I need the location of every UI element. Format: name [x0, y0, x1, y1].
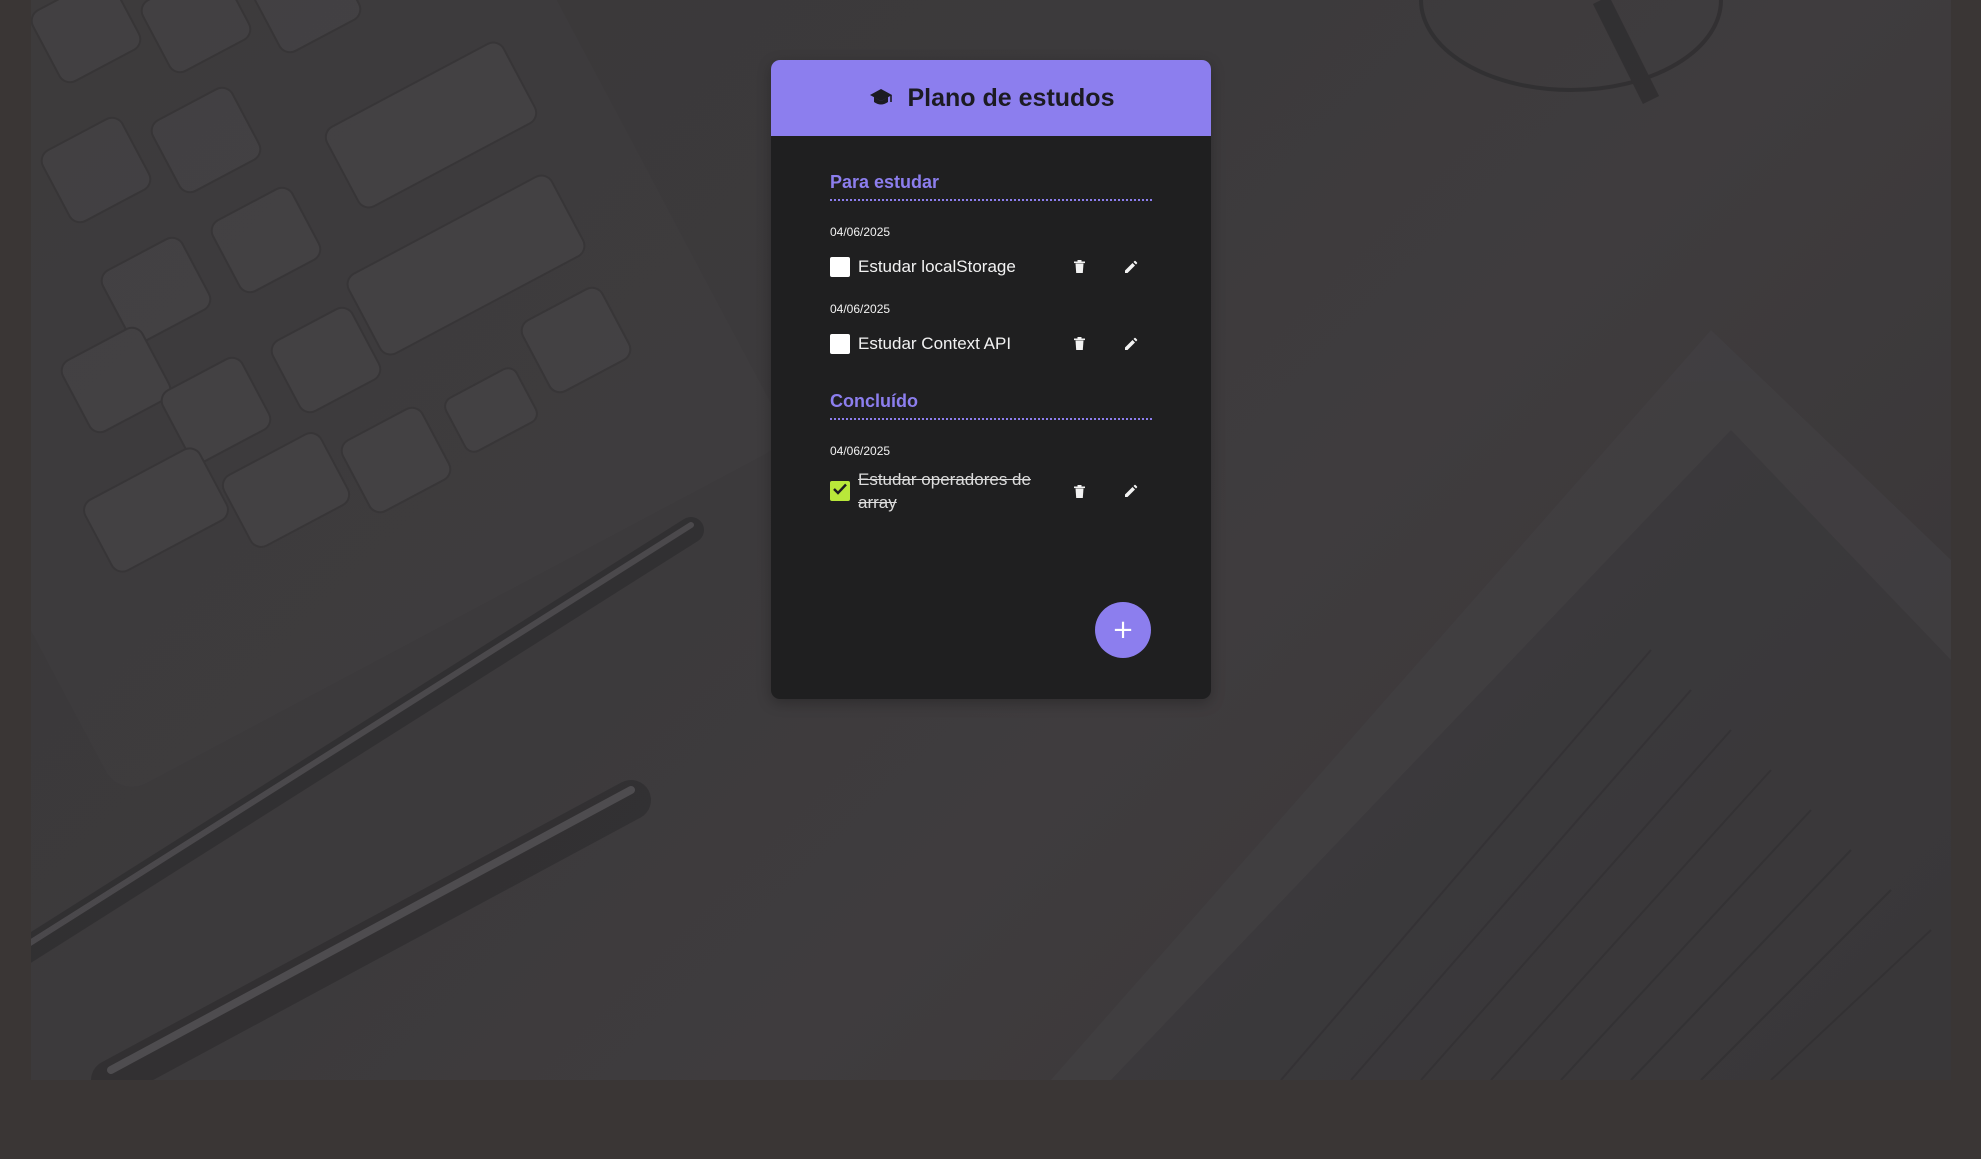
- task-item: 04/06/2025 Estudar Context API: [830, 302, 1152, 355]
- task-row: Estudar operadores de array: [830, 468, 1152, 514]
- section-title: Concluído: [830, 391, 1152, 420]
- task-date: 04/06/2025: [830, 444, 891, 458]
- task-item: 04/06/2025 Estudar operadores de array: [830, 444, 1152, 514]
- section-to-study: Para estudar 04/06/2025 Estudar localSto…: [830, 172, 1152, 355]
- task-row: Estudar Context API: [830, 332, 1152, 355]
- pencil-icon[interactable]: [1121, 481, 1141, 501]
- task-row: Estudar localStorage: [830, 255, 1152, 278]
- trash-icon[interactable]: [1069, 481, 1089, 501]
- task-checkbox[interactable]: [830, 333, 850, 354]
- trash-icon[interactable]: [1069, 257, 1089, 277]
- task-checkbox-checked[interactable]: [830, 481, 850, 501]
- add-task-button[interactable]: +: [1095, 602, 1151, 658]
- section-title: Para estudar: [830, 172, 1152, 201]
- graduation-cap-icon: [868, 85, 894, 111]
- task-date: 04/06/2025: [830, 225, 891, 239]
- task-label: Estudar localStorage: [858, 257, 1016, 276]
- check-icon: [833, 482, 847, 500]
- task-date: 04/06/2025: [830, 302, 891, 316]
- page: Plano de estudos Para estudar 04/06/2025…: [0, 0, 1981, 1159]
- pencil-icon[interactable]: [1121, 257, 1141, 277]
- task-label: Estudar Context API: [858, 334, 1012, 353]
- plus-icon: +: [1112, 615, 1134, 645]
- study-plan-card: Plano de estudos Para estudar 04/06/2025…: [771, 60, 1211, 699]
- trash-icon[interactable]: [1069, 334, 1089, 354]
- task-item: 04/06/2025 Estudar localStorage: [830, 225, 1152, 278]
- pencil-icon[interactable]: [1121, 334, 1141, 354]
- task-label: Estudar operadores de array: [858, 470, 1031, 512]
- card-header: Plano de estudos: [771, 60, 1211, 136]
- card-body: Para estudar 04/06/2025 Estudar localSto…: [771, 136, 1211, 514]
- section-done: Concluído 04/06/2025 Estudar operadores …: [830, 391, 1152, 514]
- task-checkbox[interactable]: [830, 256, 850, 277]
- page-title: Plano de estudos: [907, 83, 1115, 112]
